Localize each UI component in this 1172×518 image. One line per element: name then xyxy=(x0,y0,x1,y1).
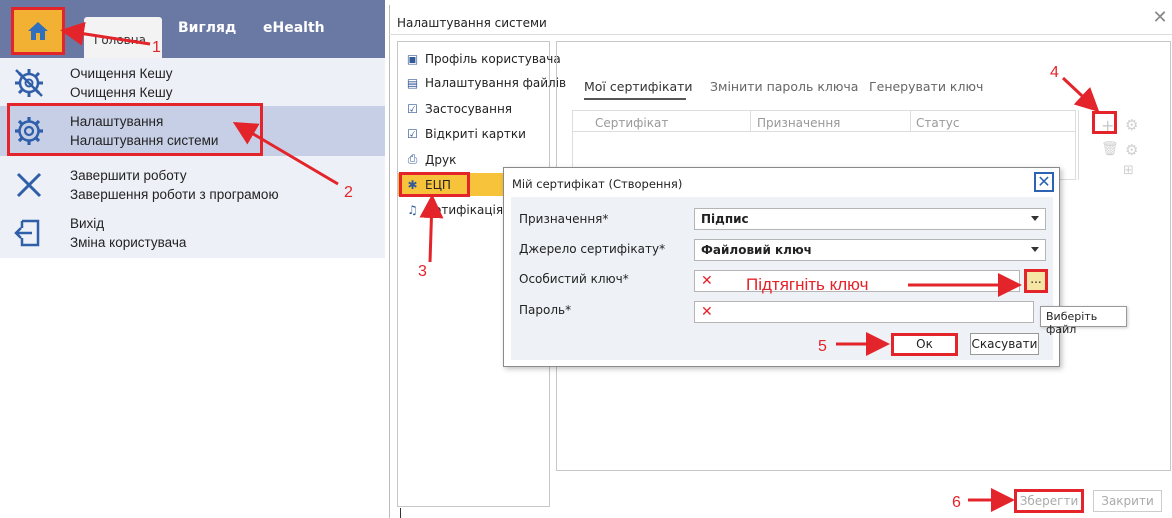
annotation-arrows xyxy=(60,21,1100,512)
